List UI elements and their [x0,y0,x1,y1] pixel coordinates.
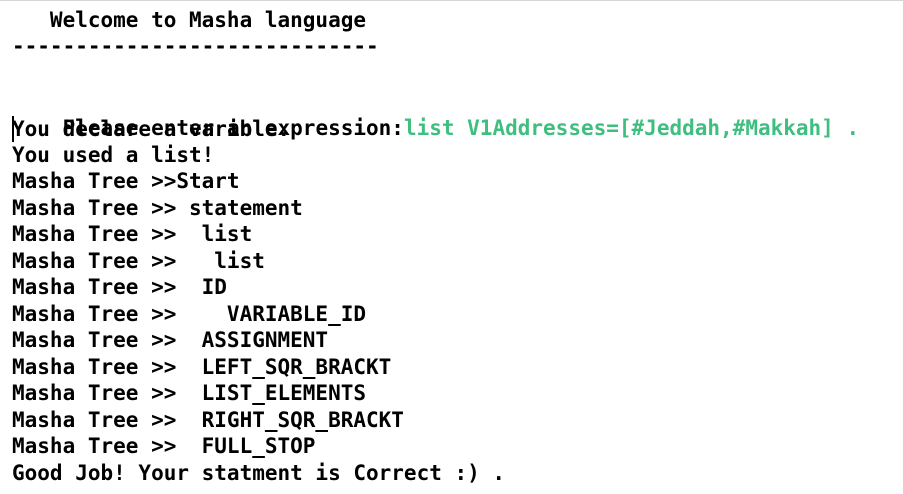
window-top-border [0,0,903,1]
output-line: Masha Tree >> VARIABLE_ID [12,302,367,326]
input-echo: list V1Addresses=[#Jeddah,#Makkah] . [403,116,860,140]
output-line: Good Job! Your statment is Correct :) . [12,461,506,485]
output-line: Masha Tree >> LEFT_SQR_BRACKT [12,355,392,379]
output-line: Masha Tree >> list [12,249,265,273]
output-line: You declare a varible. [12,117,291,141]
output-line: Masha Tree >> RIGHT_SQR_BRACKT [12,408,404,432]
welcome-header: Welcome to Masha language [12,8,367,32]
output-line: You used a list! [12,143,215,167]
prompt-line[interactable]: Please enter an expression:list V1Addres… [12,89,860,140]
output-line: Masha Tree >> ID [12,275,227,299]
output-line: Masha Tree >> ASSIGNMENT [12,328,329,352]
output-line: Masha Tree >> FULL_STOP [12,434,316,458]
output-line: Masha Tree >> statement [12,196,303,220]
output-line: Masha Tree >> LIST_ELEMENTS [12,381,367,405]
output-line: Masha Tree >> list [12,222,253,246]
header-separator: ----------------------------- [12,34,379,58]
terminal-window[interactable]: Welcome to Masha language --------------… [0,0,903,494]
output-line: Masha Tree >>Start [12,169,240,193]
